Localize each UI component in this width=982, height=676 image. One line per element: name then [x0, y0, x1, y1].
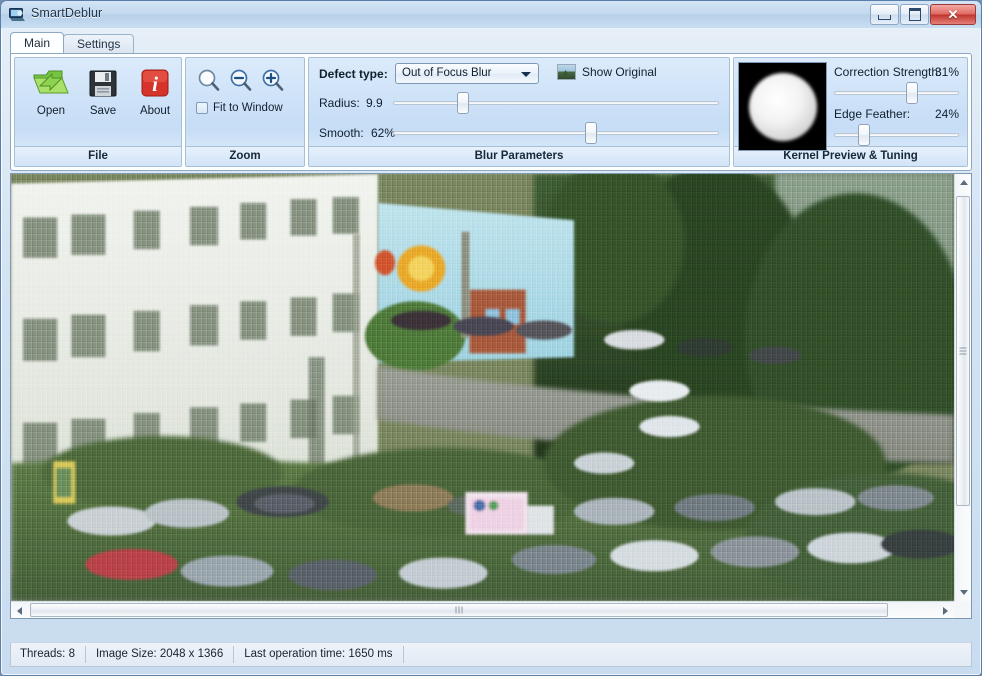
- fit-to-window-checkbox[interactable]: Fit to Window: [196, 102, 283, 114]
- scroll-left-icon: [17, 606, 22, 615]
- edge-feather-track[interactable]: [834, 124, 959, 146]
- correction-strength-label: Correction Strength:: [834, 65, 942, 79]
- correction-strength-value: 31%: [934, 65, 959, 79]
- save-button-label: Save: [89, 105, 117, 117]
- minimize-icon: [878, 14, 891, 20]
- svg-text:i: i: [152, 72, 158, 96]
- group-blur-label: Blur Parameters: [309, 146, 729, 166]
- tab-bar: Main Settings: [10, 32, 135, 53]
- show-original-button[interactable]: Show Original: [557, 64, 657, 80]
- edge-feather-value: 24%: [934, 107, 959, 121]
- window-controls: ✕: [870, 4, 976, 25]
- scroll-down-button[interactable]: [955, 584, 972, 601]
- maximize-button[interactable]: [900, 4, 929, 25]
- edge-feather-label: Edge Feather:: [834, 107, 911, 121]
- zoom-out-button[interactable]: [226, 66, 256, 96]
- fit-to-window-label: Fit to Window: [213, 102, 283, 114]
- status-threads: Threads: 8: [11, 646, 86, 663]
- ribbon: Open Save i About File Fit to Window Zoo…: [10, 53, 972, 171]
- app-monitor-icon: [9, 8, 25, 21]
- vertical-scroll-thumb[interactable]: [956, 196, 970, 506]
- open-button-label: Open: [36, 105, 66, 117]
- info-icon: i: [141, 69, 169, 97]
- scroll-right-icon: [943, 606, 948, 615]
- image-viewport[interactable]: [11, 174, 954, 601]
- scroll-right-button[interactable]: [937, 602, 954, 619]
- zoom-actual-button[interactable]: [194, 66, 224, 96]
- edge-feather-thumb[interactable]: [858, 124, 871, 146]
- group-kernel-preview: Correction Strength: 31% Edge Feather: 2…: [733, 57, 968, 167]
- minimize-button[interactable]: [870, 4, 899, 25]
- scrollbar-corner: [954, 601, 971, 618]
- about-button-label: About: [139, 105, 171, 117]
- close-icon: ✕: [947, 7, 959, 22]
- window-title: SmartDeblur: [31, 6, 103, 20]
- defect-type-select[interactable]: Out of Focus Blur: [395, 63, 539, 84]
- tab-settings[interactable]: Settings: [63, 34, 135, 53]
- scroll-up-button[interactable]: [955, 174, 972, 191]
- defect-type-label: Defect type:: [319, 67, 388, 81]
- correction-strength-track[interactable]: [834, 82, 959, 104]
- zoom-out-icon: [230, 69, 252, 91]
- zoom-in-button[interactable]: [258, 66, 288, 96]
- open-button[interactable]: Open: [25, 62, 77, 117]
- scroll-up-icon: [959, 180, 968, 185]
- smooth-slider-track[interactable]: [393, 122, 719, 144]
- kernel-disc-shape: [748, 72, 817, 141]
- status-image-size: Image Size: 2048 x 1366: [86, 646, 235, 663]
- scroll-down-icon: [959, 590, 968, 595]
- radius-value: 9.9: [366, 96, 383, 110]
- show-original-label: Show Original: [582, 65, 657, 79]
- smooth-slider-thumb[interactable]: [585, 122, 598, 144]
- scroll-grip-icon: [959, 347, 967, 355]
- scroll-left-button[interactable]: [11, 602, 28, 619]
- image-canvas-frame: [10, 173, 972, 619]
- tab-main[interactable]: Main: [10, 32, 65, 53]
- radius-slider-track[interactable]: [393, 92, 719, 114]
- correction-strength-thumb[interactable]: [906, 82, 919, 104]
- smooth-label: Smooth:: [319, 126, 364, 140]
- chevron-down-icon: [521, 72, 531, 77]
- radius-label: Radius:: [319, 96, 360, 110]
- group-file: Open Save i About File: [14, 57, 182, 167]
- smooth-value: 62%: [371, 126, 396, 140]
- about-button[interactable]: i About: [129, 62, 181, 117]
- horizontal-scrollbar[interactable]: [11, 601, 954, 618]
- app-window: SmartDeblur ✕ Main Settings Open Save i …: [0, 0, 982, 676]
- photo-content: [11, 174, 954, 601]
- group-blur-parameters: Defect type: Out of Focus Blur Show Orig…: [308, 57, 730, 167]
- magnifier-icon: [198, 69, 220, 91]
- checkbox-box[interactable]: [196, 102, 208, 114]
- photo-thumbnail-icon: [557, 64, 576, 80]
- horizontal-scroll-thumb[interactable]: [30, 603, 888, 617]
- save-button[interactable]: Save: [77, 62, 129, 117]
- status-last-operation: Last operation time: 1650 ms: [234, 646, 404, 663]
- close-button[interactable]: ✕: [930, 4, 976, 25]
- group-file-label: File: [15, 146, 181, 166]
- deblurred-photo: [11, 174, 954, 601]
- maximize-icon: [908, 8, 921, 21]
- floppy-disk-icon: [89, 70, 117, 97]
- open-folder-icon: [33, 70, 69, 94]
- title-bar: SmartDeblur ✕: [1, 1, 981, 29]
- kernel-disc-preview: [738, 62, 827, 151]
- status-bar: Threads: 8 Image Size: 2048 x 1366 Last …: [10, 642, 972, 667]
- group-zoom: Fit to Window Zoom: [185, 57, 305, 167]
- radius-slider-thumb[interactable]: [457, 92, 470, 114]
- defect-type-value: Out of Focus Blur: [402, 67, 492, 79]
- zoom-in-icon: [262, 69, 284, 91]
- scroll-grip-icon: [455, 606, 463, 614]
- group-zoom-label: Zoom: [186, 146, 304, 166]
- vertical-scrollbar[interactable]: [954, 174, 971, 601]
